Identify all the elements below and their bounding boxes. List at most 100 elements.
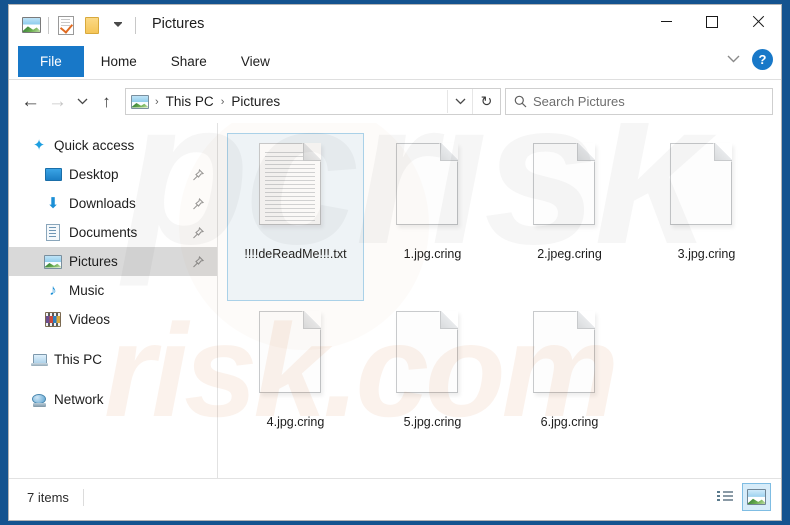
file-item[interactable]: 2.jpeg.cring — [501, 133, 638, 301]
documents-icon — [42, 224, 64, 241]
generic-file-icon — [533, 143, 606, 237]
navigation-pane: ✦ Quick access Desktop ⬇ Downloads Docum… — [9, 123, 218, 478]
back-arrow-icon: ← — [21, 91, 40, 112]
sidebar-item-desktop[interactable]: Desktop — [9, 160, 217, 189]
customize-chevron-icon[interactable] — [105, 13, 131, 37]
address-bar: ← → ↑ › This PC › Pictures ↻ Search Pict… — [9, 80, 781, 123]
maximize-button[interactable] — [689, 5, 735, 38]
file-grid: !!!!deReadMe!!!.txt 1.jpg.cring 2.jpeg.c… — [218, 128, 781, 469]
sidebar-item-label: Network — [54, 392, 104, 407]
sidebar-item-this-pc[interactable]: This PC — [9, 345, 217, 374]
expand-ribbon-chevron-icon[interactable] — [722, 48, 744, 70]
minimize-button[interactable] — [643, 5, 689, 38]
status-bar: 7 items — [9, 478, 781, 515]
ribbon-right-controls: ? — [722, 48, 773, 70]
up-button[interactable]: ↑ — [93, 88, 120, 115]
file-item[interactable]: 3.jpg.cring — [638, 133, 775, 301]
search-icon — [514, 95, 527, 108]
details-view-button[interactable] — [710, 483, 739, 511]
network-icon — [28, 393, 50, 407]
tab-file[interactable]: File — [18, 46, 84, 77]
sidebar-item-label: Quick access — [54, 138, 135, 153]
downloads-icon: ⬇ — [46, 195, 60, 212]
refresh-button[interactable]: ↻ — [472, 89, 500, 114]
view-mode-buttons — [710, 483, 771, 511]
sidebar-item-label: Desktop — [69, 167, 119, 182]
music-icon: ♪ — [49, 282, 57, 299]
file-item[interactable]: 5.jpg.cring — [364, 301, 501, 469]
file-item[interactable]: 1.jpg.cring — [364, 133, 501, 301]
sidebar-item-network[interactable]: Network — [9, 385, 217, 414]
file-item[interactable]: 4.jpg.cring — [227, 301, 364, 469]
status-divider — [82, 488, 84, 506]
maximize-icon — [706, 15, 718, 28]
tab-view[interactable]: View — [224, 46, 287, 77]
file-explorer-window: Pictures File Home Share View ? ← → ↑ › … — [9, 5, 781, 520]
sidebar-item-label: Documents — [69, 225, 138, 240]
sidebar-item-quick-access[interactable]: ✦ Quick access — [9, 131, 217, 160]
toolbar-divider — [48, 16, 49, 34]
help-button[interactable]: ? — [752, 48, 773, 70]
forward-button[interactable]: → — [44, 88, 71, 115]
file-list-pane[interactable]: !!!!deReadMe!!!.txt 1.jpg.cring 2.jpeg.c… — [218, 123, 781, 478]
previous-locations-chevron-icon[interactable] — [447, 90, 472, 113]
quick-access-toolbar — [18, 13, 140, 37]
details-view-icon — [716, 491, 733, 503]
breadcrumb-separator-2: › — [220, 95, 225, 108]
generic-file-icon — [396, 311, 469, 405]
videos-icon — [42, 312, 64, 327]
desktop-background: Pictures File Home Share View ? ← → ↑ › … — [0, 0, 790, 525]
file-name: !!!!deReadMe!!!.txt — [244, 247, 347, 261]
recent-locations-button[interactable] — [71, 88, 93, 115]
text-document-icon — [259, 143, 332, 237]
sidebar-item-downloads[interactable]: ⬇ Downloads — [9, 189, 217, 218]
window-body: ✦ Quick access Desktop ⬇ Downloads Docum… — [9, 123, 781, 478]
file-name: 4.jpg.cring — [266, 415, 325, 429]
search-box[interactable]: Search Pictures — [505, 88, 773, 115]
search-input-placeholder[interactable]: Search Pictures — [533, 94, 625, 109]
sidebar-item-documents[interactable]: Documents — [9, 218, 217, 247]
generic-file-icon — [396, 143, 469, 237]
file-name: 3.jpg.cring — [677, 247, 736, 261]
tab-share[interactable]: Share — [154, 46, 224, 77]
file-name: 1.jpg.cring — [403, 247, 462, 261]
title-bar: Pictures — [9, 5, 781, 46]
properties-icon[interactable] — [53, 13, 79, 37]
new-folder-icon[interactable] — [79, 13, 105, 37]
forward-arrow-icon: → — [48, 91, 67, 112]
pin-icon[interactable] — [192, 226, 205, 244]
file-name: 2.jpeg.cring — [537, 247, 602, 261]
minimize-icon — [660, 21, 672, 22]
pin-icon[interactable] — [192, 255, 205, 273]
this-pc-icon — [28, 353, 50, 366]
file-item[interactable]: 6.jpg.cring — [501, 301, 638, 469]
close-button[interactable] — [735, 5, 781, 38]
back-button[interactable]: ← — [17, 88, 44, 115]
generic-file-icon — [670, 143, 743, 237]
close-icon — [752, 15, 765, 28]
tab-home[interactable]: Home — [84, 46, 154, 77]
ribbon-tab-bar: File Home Share View ? — [9, 46, 781, 80]
item-count-label: 7 items — [27, 489, 69, 505]
large-icons-view-icon — [747, 489, 766, 505]
pin-icon[interactable] — [192, 168, 205, 186]
sidebar-item-label: Pictures — [69, 254, 118, 269]
picture-folder-icon[interactable] — [18, 13, 44, 37]
breadcrumb-this-pc[interactable]: This PC — [163, 94, 217, 109]
sidebar-item-music[interactable]: ♪ Music — [9, 276, 217, 305]
breadcrumb-pictures[interactable]: Pictures — [228, 94, 283, 109]
breadcrumb[interactable]: › This PC › Pictures ↻ — [125, 88, 501, 115]
breadcrumb-separator-1: › — [155, 95, 159, 108]
sidebar-item-label: Videos — [69, 312, 111, 327]
sidebar-item-label: This PC — [54, 352, 103, 367]
large-icons-view-button[interactable] — [742, 483, 771, 511]
pin-icon[interactable] — [192, 197, 205, 215]
window-controls — [643, 5, 781, 38]
file-item[interactable]: !!!!deReadMe!!!.txt — [227, 133, 364, 301]
star-icon: ✦ — [32, 137, 46, 154]
sidebar-item-videos[interactable]: Videos — [9, 305, 217, 334]
sidebar-item-pictures[interactable]: Pictures — [9, 247, 217, 276]
sidebar-item-label: Downloads — [69, 196, 136, 211]
